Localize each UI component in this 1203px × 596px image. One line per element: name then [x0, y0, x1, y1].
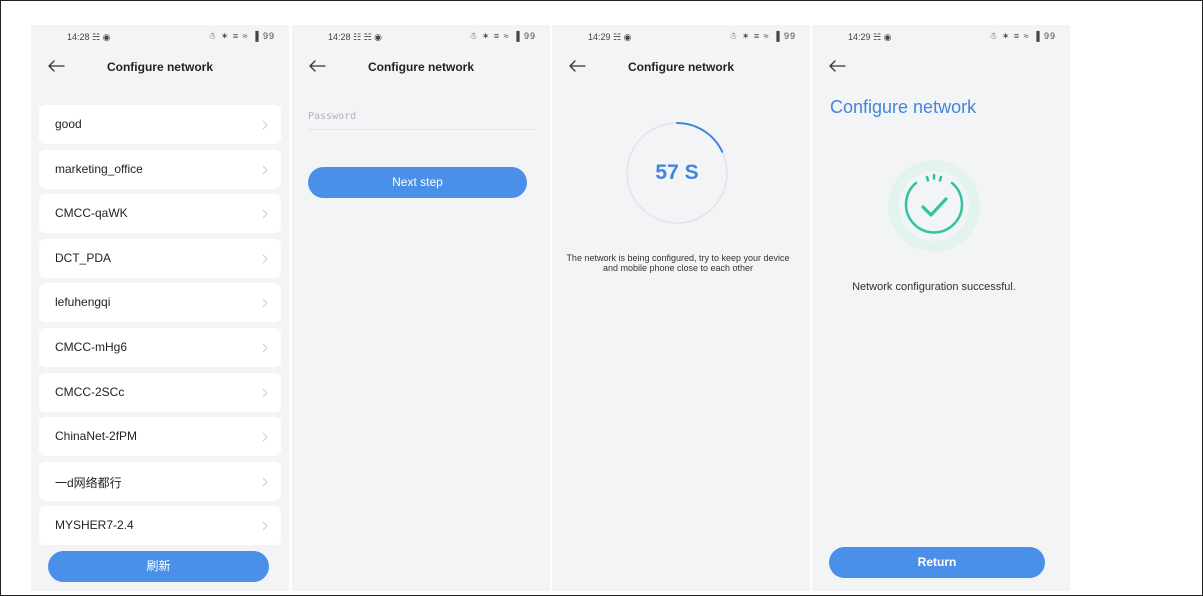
status-time: 14:29 ☵ ◉	[848, 32, 892, 42]
status-time: 14:28 ☵ ◉	[67, 32, 111, 42]
network-list-item[interactable]: CMCC-mHg6	[39, 327, 281, 367]
network-list-item[interactable]: marketing_office	[39, 149, 281, 189]
chevron-right-icon	[262, 521, 268, 531]
chevron-right-icon	[262, 343, 268, 353]
network-name: MYSHER7-2.4	[55, 518, 134, 533]
chevron-right-icon	[262, 165, 268, 174]
countdown-value: 57 S	[655, 161, 699, 184]
status-bar: 14:28 ☵ ◉ ☃ ✶ ≡ ≈ ▐ 99	[31, 25, 289, 49]
nav-bar	[812, 51, 1070, 81]
network-name: CMCC-qaWK	[55, 206, 128, 221]
chevron-right-icon	[262, 254, 268, 264]
password-input[interactable]	[308, 103, 536, 130]
chevron-right-icon	[262, 432, 268, 442]
next-step-button[interactable]: Next step	[308, 167, 527, 198]
status-time: 14:29 ☵ ◉	[588, 32, 632, 42]
network-list-item[interactable]: lefuhengqi	[39, 283, 281, 323]
network-name: marketing_office	[55, 161, 143, 176]
chevron-right-icon	[262, 388, 268, 397]
network-list-item[interactable]: ChinaNet-2fPM	[39, 417, 281, 457]
chevron-right-icon	[262, 477, 268, 487]
page-title: Configure network	[627, 60, 734, 74]
network-name: good	[55, 117, 82, 131]
network-name: CMCC-mHg6	[55, 339, 127, 354]
page-title: Configure network	[830, 97, 977, 117]
network-list-item[interactable]: DCT_PDA	[39, 238, 281, 278]
status-icons: ☃ ✶ ≡ ≈ ▐ 99	[469, 31, 536, 41]
countdown-ring: 57 S	[623, 119, 731, 227]
network-name: 一d网络都行	[55, 475, 122, 490]
return-button[interactable]: Return	[829, 547, 1045, 578]
status-bar: 14:28 ☷ ☵ ◉ ☃ ✶ ≡ ≈ ▐ 99	[292, 25, 550, 49]
network-name: DCT_PDA	[55, 250, 112, 265]
success-check-icon	[888, 160, 980, 252]
screen-success: 14:29 ☵ ◉ ☃ ✶ ≡ ≈ ▐ 99 Configure network…	[812, 25, 1070, 591]
nav-bar: Configure network	[31, 51, 289, 81]
status-icons: ☃ ✶ ≡ ≈ ▐ 99	[208, 31, 275, 41]
status-time: 14:28 ☷ ☵ ◉	[328, 32, 383, 42]
network-list: good marketing_office CMCC-qaWK DCT_PDAlefu…	[39, 105, 281, 551]
network-name: CMCC-2SCc	[55, 384, 125, 399]
status-icons: ☃ ✶ ≡ ≈ ▐ 99	[989, 31, 1056, 41]
screenshot-frame: 14:28 ☵ ◉ ☃ ✶ ≡ ≈ ▐ 99 Configure network…	[0, 0, 1203, 596]
refresh-button[interactable]: 刷新	[48, 551, 269, 582]
network-list-item[interactable]: good	[39, 105, 281, 144]
chevron-right-icon	[262, 299, 268, 308]
chevron-right-icon	[262, 120, 268, 130]
chevron-right-icon	[262, 209, 268, 219]
screen-configuring: 14:29 ☵ ◉ ☃ ✶ ≡ ≈ ▐ 99 Configure network…	[552, 25, 810, 591]
network-list-item[interactable]: CMCC-2SCc	[39, 372, 281, 412]
screen-password: 14:28 ☷ ☵ ◉ ☃ ✶ ≡ ≈ ▐ 99 Configure netwo…	[292, 25, 550, 591]
nav-bar: Configure network	[292, 51, 550, 81]
network-name: ChinaNet-2fPM	[55, 429, 138, 444]
page-title: Configure network	[106, 60, 213, 74]
network-list-item[interactable]: CMCC-qaWK	[39, 194, 281, 234]
back-arrow-icon[interactable]	[826, 55, 848, 77]
screen-network-list: 14:28 ☵ ◉ ☃ ✶ ≡ ≈ ▐ 99 Configure network…	[31, 25, 289, 591]
page-title: Configure network	[367, 60, 474, 74]
success-message: Network configuration successful.	[852, 281, 1016, 293]
nav-bar: Configure network	[552, 51, 810, 81]
status-bar: 14:29 ☵ ◉ ☃ ✶ ≡ ≈ ▐ 99	[552, 25, 810, 49]
status-bar: 14:29 ☵ ◉ ☃ ✶ ≡ ≈ ▐ 99	[812, 25, 1070, 49]
network-list-item[interactable]: 一d网络都行	[39, 461, 281, 501]
network-list-item[interactable]: MYSHER7-2.4	[39, 506, 281, 546]
configuring-message: The network is being configured, try to …	[566, 253, 790, 273]
status-icons: ☃ ✶ ≡ ≈ ▐ 99	[729, 31, 796, 41]
network-name: lefuhengqi	[55, 295, 111, 310]
